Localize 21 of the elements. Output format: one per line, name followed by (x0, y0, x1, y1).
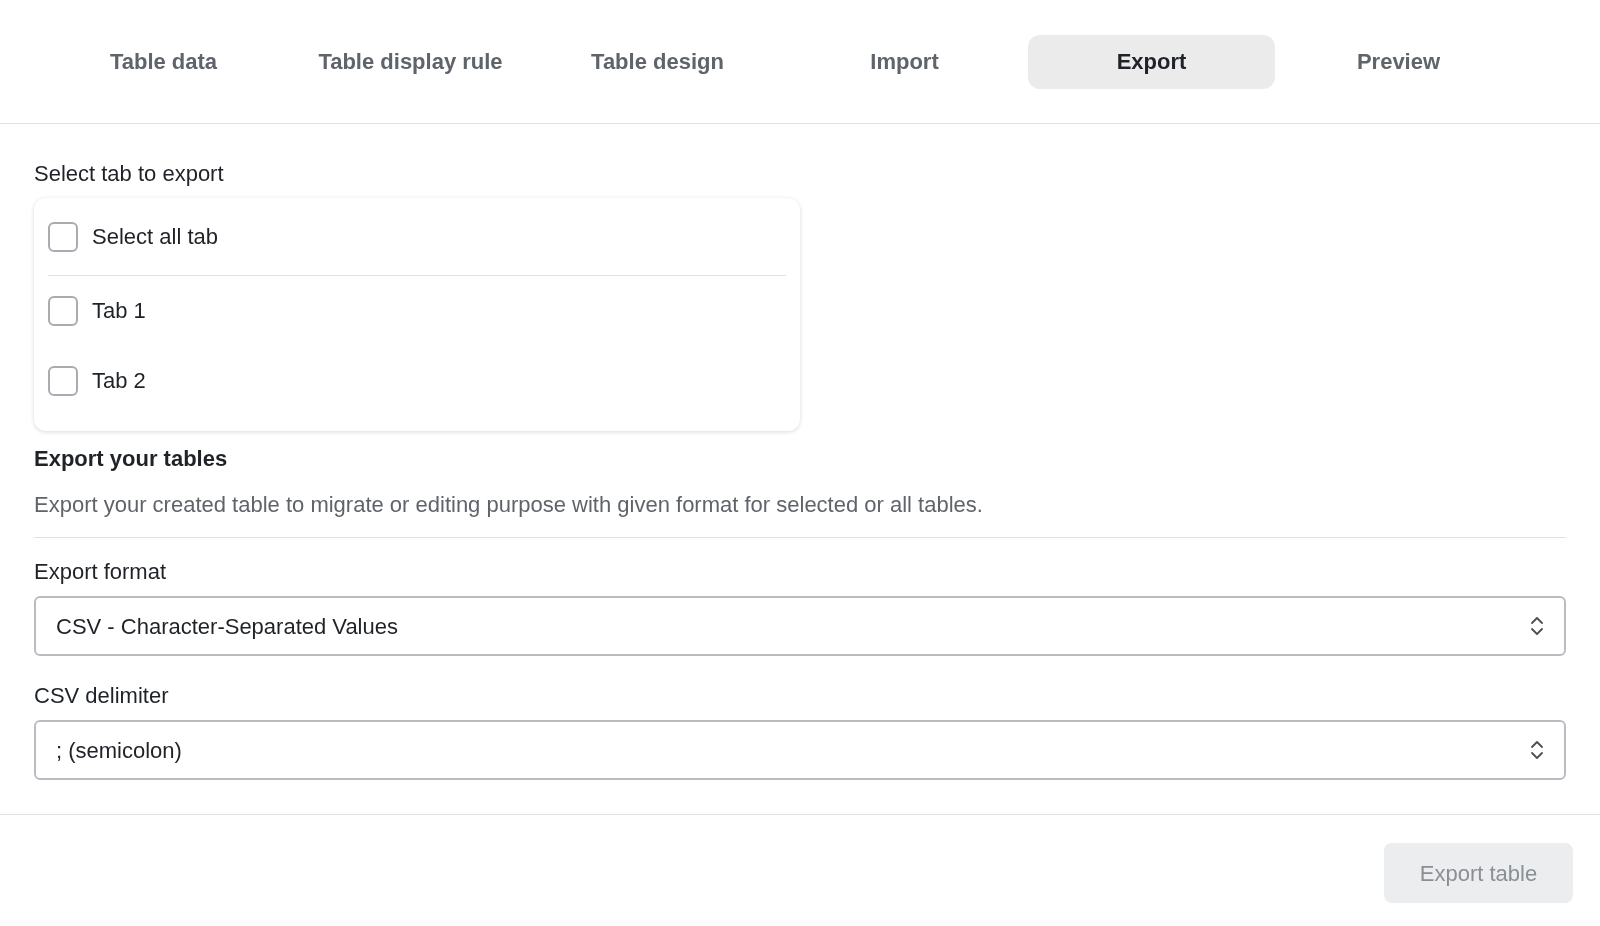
field-label: CSV delimiter (34, 682, 170, 710)
tab[interactable]: Table data (40, 34, 287, 89)
checkbox-label: Tab 2 (92, 367, 146, 395)
chevron-up-down-icon (1530, 739, 1544, 761)
tab[interactable]: Import (781, 34, 1028, 89)
tab[interactable]: Export (1028, 34, 1275, 89)
tab[interactable]: Table design (534, 34, 781, 89)
select-field[interactable]: CSV - Character-Separated Values (34, 596, 1566, 656)
checkbox[interactable] (48, 295, 78, 326)
chevron-up-down-icon (1530, 615, 1544, 637)
checkbox[interactable] (48, 221, 78, 252)
tab[interactable]: Table display rule (287, 34, 534, 89)
section-description: Export your created table to migrate or editing purpose with given format for selected or all tables. (34, 491, 984, 519)
checkbox[interactable] (48, 365, 78, 396)
section-label: Select tab to export (34, 160, 225, 188)
field-label: Export format (34, 558, 168, 586)
section-heading: Export your tables (34, 445, 229, 473)
select-field[interactable]: ; (semicolon) (34, 720, 1566, 780)
checkbox-label: Select all tab (92, 223, 218, 251)
checkbox-label: Tab 1 (92, 297, 146, 325)
tab[interactable]: Preview (1275, 34, 1522, 89)
